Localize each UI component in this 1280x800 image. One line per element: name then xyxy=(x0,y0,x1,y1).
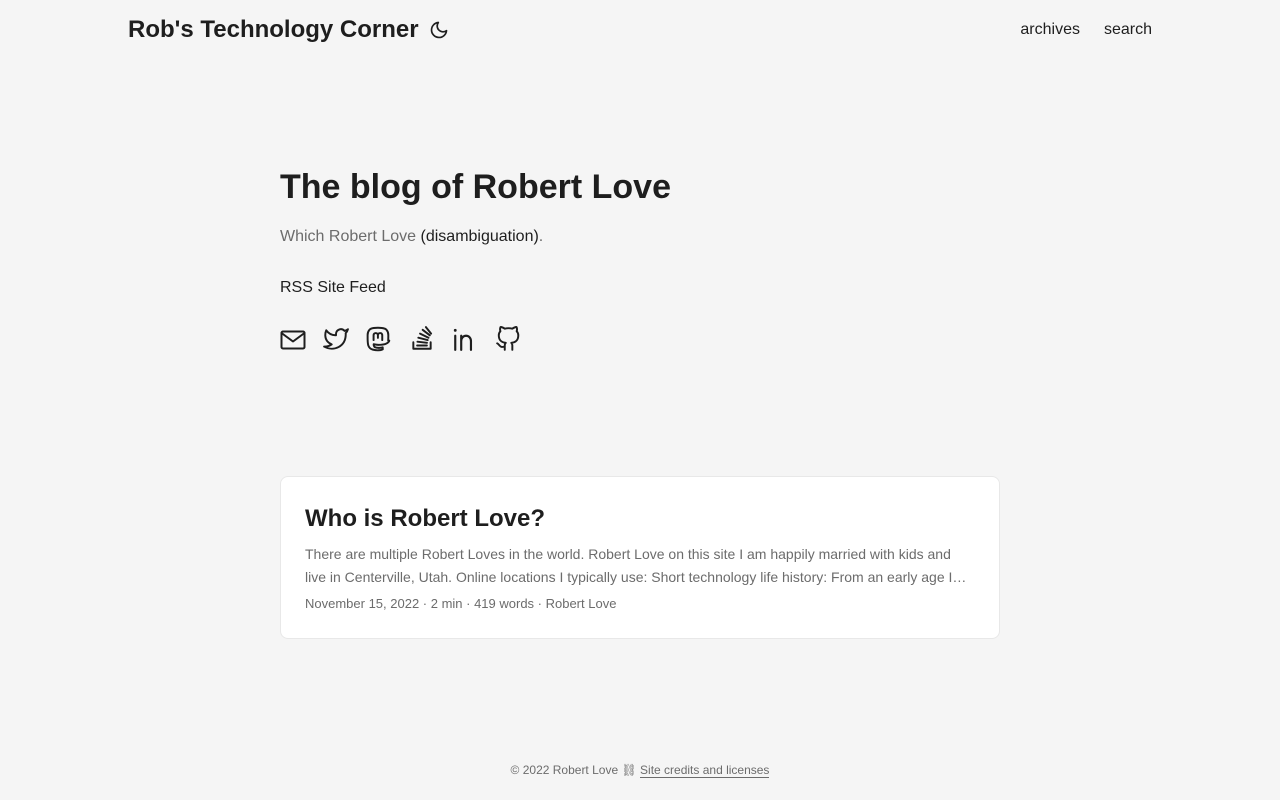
disambiguation-link[interactable]: (disambiguation) xyxy=(421,228,539,245)
site-credits-link[interactable]: Site credits and licenses xyxy=(640,763,770,778)
nav-search-link[interactable]: search xyxy=(1104,20,1152,40)
post-summary: There are multiple Robert Loves in the w… xyxy=(305,546,967,585)
home-title: The blog of Robert Love xyxy=(280,168,671,206)
social-icons xyxy=(280,324,521,354)
site-logo-link[interactable]: Rob's Technology Corner xyxy=(128,15,419,45)
nav-archives-link[interactable]: archives xyxy=(1020,20,1080,40)
home-subtitle: Which Robert Love (disambiguation). xyxy=(280,226,543,248)
post-entry[interactable]: Who is Robert Love? There are multiple R… xyxy=(280,476,1000,639)
site-header: Rob's Technology Corner archives search xyxy=(0,0,1280,60)
rss-feed-link[interactable]: RSS Site Feed xyxy=(280,277,386,299)
mastodon-icon[interactable] xyxy=(366,324,392,354)
linkedin-icon[interactable] xyxy=(452,324,478,354)
subtitle-prefix: Which Robert Love xyxy=(280,228,421,245)
post-title[interactable]: Who is Robert Love? xyxy=(305,503,975,535)
site-footer: © 2022 Robert Love ⛓ Site credits and li… xyxy=(0,760,1280,780)
post-meta: November 15, 2022 · 2 min · 419 words · … xyxy=(305,596,617,611)
stackoverflow-icon[interactable] xyxy=(409,324,435,354)
footer-copyright: © 2022 Robert Love ⛓ xyxy=(510,763,641,777)
email-icon[interactable] xyxy=(280,324,306,354)
github-icon[interactable] xyxy=(495,324,521,354)
subtitle-suffix: . xyxy=(538,228,544,245)
twitter-icon[interactable] xyxy=(323,324,349,354)
moon-icon[interactable] xyxy=(429,20,449,40)
main-nav: archives search xyxy=(1020,20,1152,40)
